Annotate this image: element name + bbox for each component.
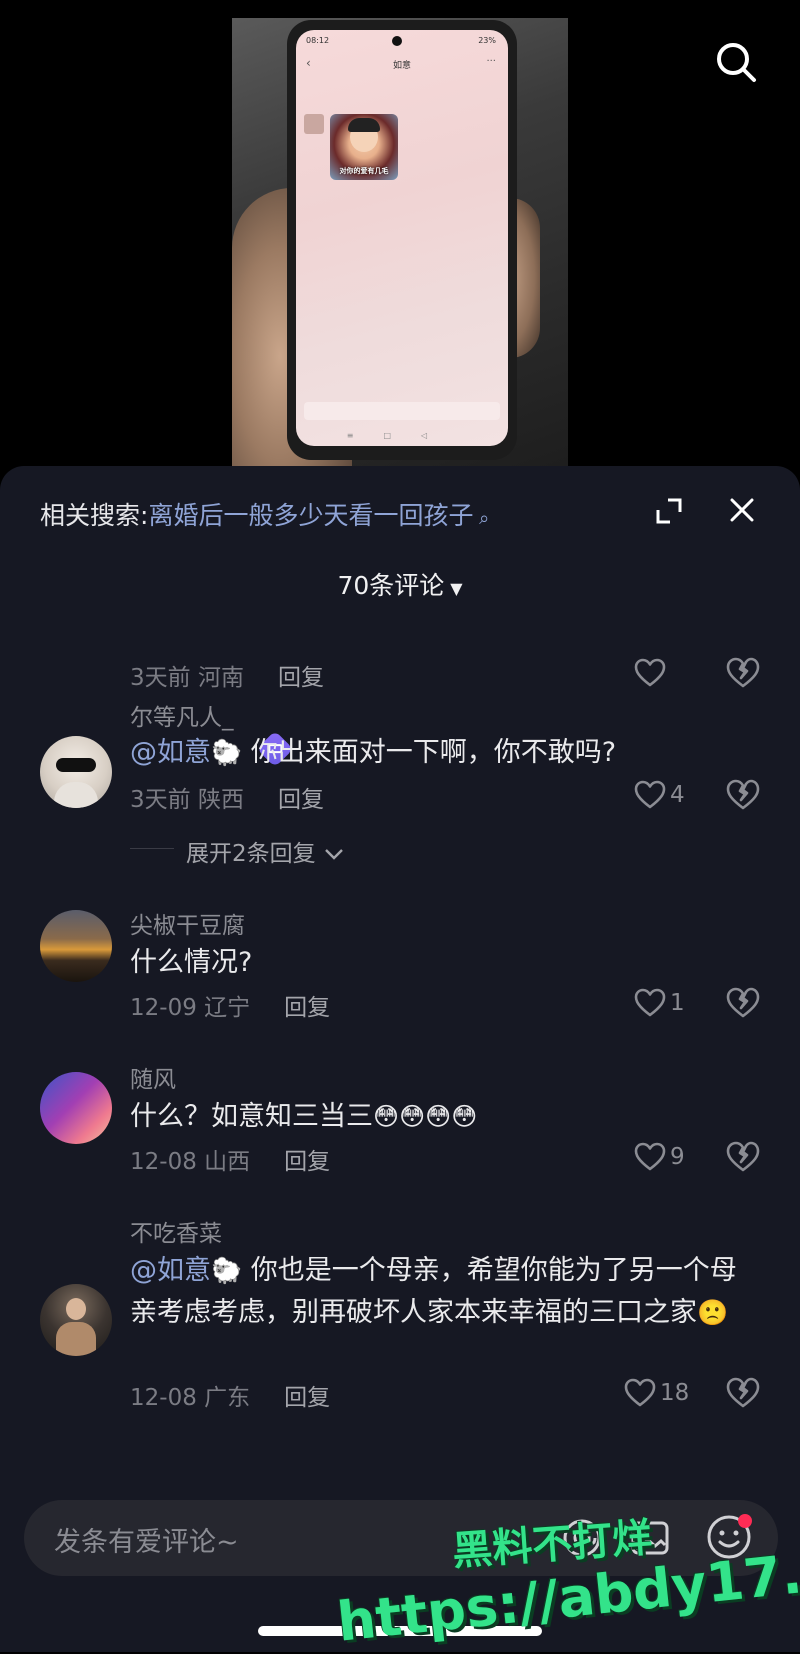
comment-text: @如意🐑 你出来面对一下啊，你不敢吗? [130, 732, 760, 774]
like-count: 1 [670, 990, 685, 1016]
expand-icon[interactable] [654, 496, 684, 526]
sad-face-icon: 🙁 [697, 1298, 729, 1327]
comment-date-location: 12-08 山西 [130, 1149, 251, 1175]
flushed-face-icon: 😳 [451, 1102, 478, 1131]
phone-camera [392, 36, 402, 46]
broken-heart-icon[interactable] [726, 986, 760, 1020]
mention-link[interactable]: @如意 [130, 737, 211, 768]
comment-text: @如意🐑 你也是一个母亲，希望你能为了另一个母亲考虑考虑，别再破坏人家本来幸福的… [130, 1250, 760, 1334]
comment-date-location: 12-09 辽宁 [130, 995, 251, 1021]
phone-chat-title: 如意 [392, 61, 411, 71]
phone-in-video: 08:12 23% ‹ 如意 ··· 对你的爱有几毛 ≡□◁ [287, 20, 517, 460]
sheep-icon: 🐑 [211, 738, 243, 767]
related-search-label: 相关搜索: [40, 501, 149, 530]
related-search-icon: ⌕ [473, 508, 490, 529]
comment-meta: 12-09 辽宁 回复 [130, 988, 330, 1022]
flushed-face-icon: 😳 [425, 1102, 452, 1131]
comment-meta: 3天前 河南 回复 [130, 658, 324, 692]
comment-panel: 相关搜索:离婚后一般多少天看一回孩子 ⌕ 70条评论 ▼ 3天前 河南 回复 尔等凡… [0, 466, 800, 1652]
avatar-body [54, 782, 98, 808]
avatar[interactable] [40, 1072, 112, 1144]
comment-body: 什么？如意知三当三 [130, 1101, 373, 1132]
chevron-down-icon [325, 849, 343, 860]
comment-username[interactable]: 尖椒干豆腐 [130, 906, 245, 940]
comment-body: 什么情况? [130, 947, 253, 978]
avatar-sunglasses [56, 758, 96, 772]
comment-meta: 12-08 山西 回复 [130, 1142, 330, 1176]
comment-count-label: 70条评论 [337, 571, 445, 600]
like-button[interactable] [634, 656, 670, 690]
avatar[interactable] [40, 736, 112, 808]
comment-date-location: 3天前 陕西 [130, 787, 244, 813]
phone-battery: 23% [478, 36, 496, 45]
reply-button[interactable]: 回复 [278, 665, 324, 691]
phone-chat-input [304, 402, 500, 420]
flushed-face-icon: 😳 [399, 1102, 426, 1131]
reply-button[interactable]: 回复 [284, 1385, 330, 1411]
like-count: 18 [660, 1380, 690, 1406]
sticker-caption: 对你的爱有几毛 [339, 167, 389, 175]
avatar[interactable] [40, 1284, 112, 1356]
phone-screen: 08:12 23% ‹ 如意 ··· 对你的爱有几毛 ≡□◁ [296, 30, 508, 446]
like-button[interactable]: 1 [634, 986, 685, 1020]
broken-heart-icon[interactable] [726, 778, 760, 812]
like-button[interactable]: 9 [634, 1140, 685, 1174]
avatar-body [56, 1322, 96, 1356]
comment-username[interactable]: 不吃香菜 [130, 1214, 222, 1248]
like-count: 4 [670, 782, 685, 808]
comment-meta: 3天前 陕西 回复 [130, 780, 324, 814]
phone-sticker-image: 对你的爱有几毛 [330, 114, 398, 180]
broken-heart-icon[interactable] [726, 1140, 760, 1174]
phone-status-time: 08:12 [306, 36, 330, 45]
search-icon[interactable] [712, 38, 760, 86]
expand-divider [130, 848, 174, 849]
avatar-face [66, 1298, 86, 1320]
related-search-keyword[interactable]: 离婚后一般多少天看一回孩子 [148, 501, 473, 530]
phone-nav-bar: ≡□◁ [346, 431, 458, 440]
heart-outline-icon [634, 988, 666, 1017]
sheep-icon: 🐑 [211, 1256, 243, 1285]
comment-text: 什么？如意知三当三😳😳😳😳 [130, 1096, 760, 1138]
broken-heart-icon[interactable] [726, 1376, 760, 1410]
comment-username[interactable]: 尔等凡人_ [130, 698, 234, 732]
reply-button[interactable]: 回复 [278, 787, 324, 813]
caret-down-icon: ▼ [450, 579, 463, 598]
comment-text: 什么情况? [130, 942, 760, 984]
comment-input-placeholder[interactable]: 发条有爱评论~ [54, 1520, 239, 1559]
flushed-face-icon: 😳 [373, 1102, 400, 1131]
notification-dot [738, 1514, 752, 1528]
phone-more-icon: ··· [486, 56, 496, 67]
like-button[interactable]: 18 [624, 1376, 689, 1410]
reply-button[interactable]: 回复 [284, 1149, 330, 1175]
mention-link[interactable]: @如意 [130, 1255, 211, 1286]
comment-count[interactable]: 70条评论 ▼ [0, 566, 800, 602]
expand-replies-label: 展开2条回复 [186, 841, 316, 867]
heart-outline-icon [634, 658, 666, 687]
heart-outline-icon [634, 1142, 666, 1171]
reply-button[interactable]: 回复 [284, 995, 330, 1021]
comment-body: 你出来面对一下啊，你不敢吗? [242, 737, 617, 768]
broken-heart-icon[interactable] [726, 656, 760, 690]
comment-username[interactable]: 随风 [130, 1060, 176, 1094]
comment-meta: 12-08 广东 回复 [130, 1378, 330, 1412]
comment-date-location: 12-08 广东 [130, 1385, 251, 1411]
avatar[interactable] [40, 910, 112, 982]
video-frame[interactable]: 08:12 23% ‹ 如意 ··· 对你的爱有几毛 ≡□◁ [232, 18, 568, 466]
related-search[interactable]: 相关搜索:离婚后一般多少天看一回孩子 ⌕ [40, 496, 489, 532]
phone-chat-avatar [304, 114, 324, 134]
sticker-hair [348, 118, 380, 132]
close-icon[interactable] [728, 496, 756, 524]
heart-outline-icon [634, 780, 666, 809]
expand-replies-button[interactable]: 展开2条回复 [186, 834, 345, 868]
like-count: 9 [670, 1144, 685, 1170]
comment-date-location: 3天前 河南 [130, 665, 244, 691]
heart-outline-icon [624, 1378, 656, 1407]
like-button[interactable]: 4 [634, 778, 685, 812]
